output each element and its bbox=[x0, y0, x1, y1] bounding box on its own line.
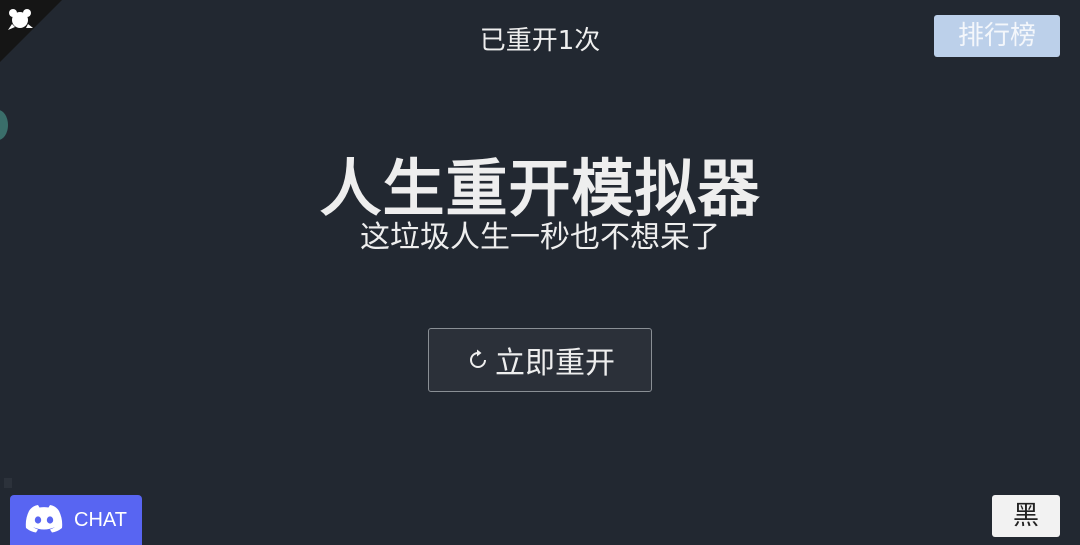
side-marker bbox=[4, 478, 12, 488]
theme-toggle-button[interactable]: 黑 bbox=[992, 495, 1060, 537]
page-subtitle: 这垃圾人生一秒也不想呆了 bbox=[360, 220, 720, 255]
restart-button-label: 立即重开 bbox=[495, 346, 615, 381]
refresh-icon bbox=[465, 347, 491, 373]
restart-button[interactable]: 立即重开 bbox=[428, 328, 652, 392]
rank-button[interactable]: 排行榜 bbox=[934, 15, 1060, 57]
chat-button[interactable]: CHAT bbox=[10, 495, 142, 545]
discord-icon bbox=[24, 503, 64, 537]
restart-count-label: 已重开1次 bbox=[479, 26, 601, 56]
side-widget-dot[interactable] bbox=[0, 110, 8, 140]
chat-button-label: CHAT bbox=[74, 508, 127, 531]
